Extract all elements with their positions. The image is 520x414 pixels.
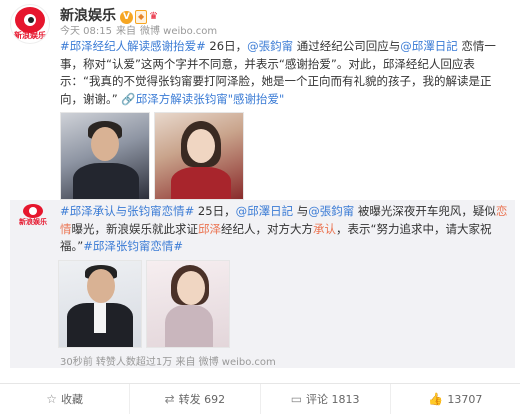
mention-link[interactable]: @張鈞甯 (308, 204, 354, 218)
quoted-avatar[interactable]: 新浪娱乐 (14, 204, 52, 226)
hashtag-link[interactable]: #邱泽经纪人解读感谢抬爱# (60, 39, 206, 53)
source-prefix: 来自 (116, 26, 136, 37)
photo-body (73, 163, 139, 199)
post-time[interactable]: 今天 08:15 (60, 26, 112, 37)
avatar-label: 新浪娱乐 (14, 31, 46, 40)
like-button[interactable]: 👍 13707 (389, 384, 520, 414)
quoted-text-segment: 经纪人，对方大方 (221, 221, 313, 236)
hashtag-link[interactable]: #邱泽张钧甯恋情# (83, 239, 183, 253)
sina-logo-eye (29, 207, 37, 215)
link-icon: 🔗 (121, 91, 136, 106)
post-source[interactable]: 微博 weibo.com (140, 26, 217, 37)
post-text-segment: 通过经纪公司回应与 (293, 39, 401, 53)
comment-icon: ▭ (290, 392, 303, 406)
repost-button[interactable]: ⇄ 转发 692 (129, 384, 259, 414)
like-icon: 👍 (428, 392, 444, 406)
post-photo[interactable] (154, 112, 244, 200)
repost-icon: ⇄ (164, 392, 175, 406)
quoted-post-body: #邱泽承认与张钧甯恋情# 25日，@邱澤日記 与@張鈞甯 被曝光深夜开车兜风，疑… (60, 203, 512, 256)
mention-link[interactable]: @邱澤日記 (236, 204, 294, 218)
hashtag-link[interactable]: #邱泽承认与张钧甯恋情# (60, 204, 194, 218)
post-body: #邱泽经纪人解读感谢抬爱# 26日，@張鈞甯 通过经纪公司回应与@邱澤日記 恋情… (60, 38, 512, 108)
photo-face (87, 269, 115, 303)
quoted-text-segment: 曝光，新浪娱乐就此求证 (71, 221, 199, 236)
like-count: 13707 (447, 392, 483, 406)
photo-face (177, 271, 205, 305)
keyword-link[interactable]: 承认 (313, 222, 336, 236)
star-icon: ☆ (46, 392, 57, 406)
photo-body (171, 167, 231, 199)
photo-face (91, 127, 119, 161)
quoted-post-meta: 30秒前 转赞人数超过1万 来自 微博 weibo.com (60, 357, 276, 368)
sina-logo-pupil (28, 17, 34, 23)
action-bar: ☆ 收藏 ⇄ 转发 692 ▭ 评论 1813 👍 13707 (0, 383, 520, 414)
comment-button[interactable]: ▭ 评论 1813 (259, 384, 390, 414)
avatar-label: 新浪娱乐 (19, 218, 47, 226)
keyword-link[interactable]: 邱泽 (198, 222, 221, 236)
author-avatar[interactable]: 新浪娱乐 (10, 4, 50, 44)
quoted-text-segment: 25日， (194, 204, 236, 218)
mention-link[interactable]: @邱澤日記 (400, 39, 458, 53)
post-meta: 今天 08:15 来自 微博 weibo.com (60, 22, 221, 37)
mention-link[interactable]: @張鈞甯 (247, 39, 293, 53)
favorite-label: 收藏 (61, 393, 83, 406)
photo-face (187, 129, 215, 163)
quoted-text-segment: 被曝光深夜开车兜风，疑似 (354, 204, 496, 218)
post-text-segment: 26日， (205, 39, 248, 53)
photo-shirt (94, 303, 106, 333)
quoted-text-segment: 与 (293, 204, 309, 218)
quoted-photo[interactable] (58, 260, 142, 348)
article-link[interactable]: 邱泽方解读张钧甯"感谢抬爱" (136, 92, 285, 106)
favorite-button[interactable]: ☆ 收藏 (0, 384, 129, 414)
photo-body (165, 305, 213, 347)
comment-label: 评论 1813 (306, 393, 360, 406)
quoted-photo[interactable] (146, 260, 230, 348)
quoted-post[interactable]: 新浪娱乐 #邱泽承认与张钧甯恋情# 25日，@邱澤日記 与@張鈞甯 被曝光深夜开… (10, 200, 515, 368)
post-photo[interactable] (60, 112, 150, 200)
repost-label: 转发 692 (178, 393, 226, 406)
